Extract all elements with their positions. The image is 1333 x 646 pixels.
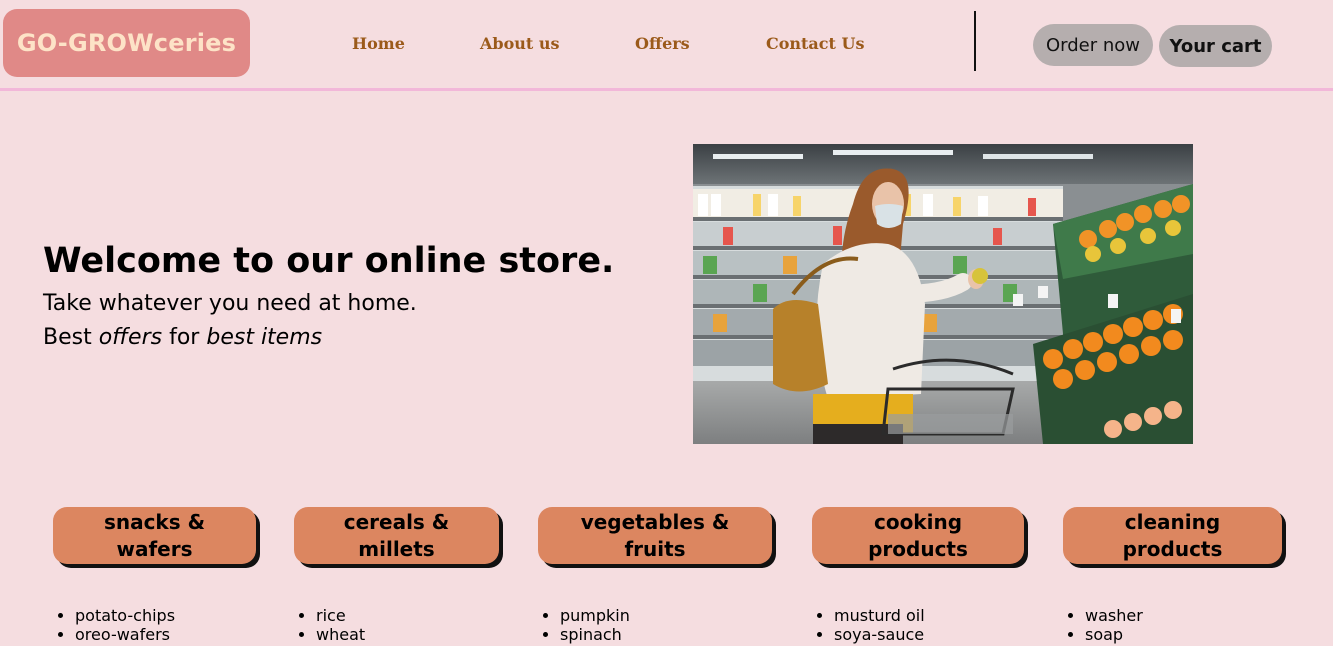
category-line2: wafers — [116, 536, 193, 561]
category-cereals-millets-button[interactable]: cereals & millets — [294, 507, 499, 564]
hero-tagline: Best offers for best items — [43, 325, 322, 350]
tagline-offers: offers — [98, 325, 163, 350]
tagline-part: for — [162, 325, 207, 350]
list-item[interactable]: pumpkin — [560, 606, 630, 625]
category-cooking-products-button[interactable]: cooking products — [812, 507, 1024, 564]
category-label: cooking products — [868, 509, 968, 563]
nav-home[interactable]: Home — [352, 34, 405, 53]
hero-title: Welcome to our online store. — [43, 241, 615, 281]
category-label: snacks & wafers — [104, 509, 205, 563]
category-line2: fruits — [624, 536, 686, 561]
category-label: vegetables & fruits — [581, 509, 730, 563]
category-line1: cereals & — [343, 509, 450, 534]
nav-about-us[interactable]: About us — [480, 34, 560, 53]
vegetables-list: pumpkin spinach — [538, 606, 630, 644]
list-item[interactable]: potato-chips — [75, 606, 175, 625]
category-cleaning-products-button[interactable]: cleaning products — [1063, 507, 1282, 564]
list-item[interactable]: washer — [1085, 606, 1143, 625]
list-item[interactable]: soap — [1085, 625, 1143, 644]
cooking-list: musturd oil soya-sauce — [812, 606, 925, 644]
list-item[interactable]: rice — [316, 606, 365, 625]
cereals-list: rice wheat — [294, 606, 365, 644]
category-line2: products — [1122, 536, 1223, 561]
list-item[interactable]: wheat — [316, 625, 365, 644]
category-line1: snacks & — [103, 509, 206, 534]
page: GO-GROWceries Home About us Offers Conta… — [0, 0, 1333, 646]
list-item[interactable]: spinach — [560, 625, 630, 644]
header: GO-GROWceries Home About us Offers Conta… — [0, 0, 1333, 88]
category-line1: vegetables & — [580, 509, 730, 534]
hero-subtitle: Take whatever you need at home. — [43, 291, 417, 316]
category-line1: cooking — [873, 509, 963, 534]
order-now-button[interactable]: Order now — [1033, 24, 1153, 66]
list-item[interactable]: oreo-wafers — [75, 625, 175, 644]
category-line2: products — [868, 536, 968, 561]
category-label: cleaning products — [1123, 509, 1223, 563]
header-divider — [974, 11, 976, 71]
cleaning-list: washer soap — [1063, 606, 1143, 644]
nav-offers[interactable]: Offers — [635, 34, 690, 53]
snacks-list: potato-chips oreo-wafers — [53, 606, 175, 644]
category-vegetables-fruits-button[interactable]: vegetables & fruits — [538, 507, 772, 564]
list-item[interactable]: soya-sauce — [834, 625, 925, 644]
category-label: cereals & millets — [344, 509, 450, 563]
your-cart-button[interactable]: Your cart — [1159, 25, 1272, 67]
header-rule — [0, 88, 1333, 91]
tagline-part: Best — [43, 325, 99, 350]
nav-contact-us[interactable]: Contact Us — [766, 34, 864, 53]
category-snacks-wafers-button[interactable]: snacks & wafers — [53, 507, 256, 564]
list-item[interactable]: musturd oil — [834, 606, 925, 625]
category-line1: cleaning — [1124, 509, 1221, 534]
hero-image — [693, 144, 1193, 444]
category-line2: millets — [358, 536, 435, 561]
logo[interactable]: GO-GROWceries — [3, 9, 250, 77]
tagline-best-items: best items — [206, 325, 323, 350]
